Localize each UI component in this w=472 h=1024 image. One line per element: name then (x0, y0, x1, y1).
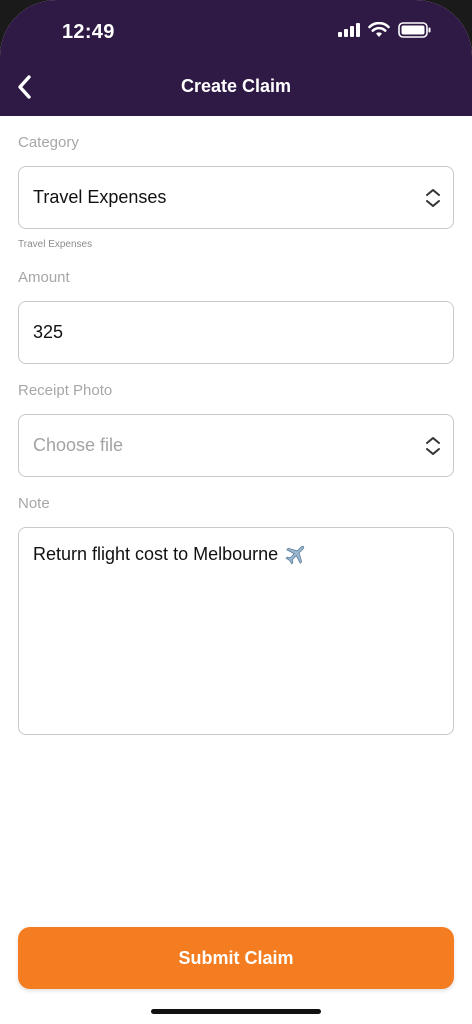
chevron-up-down-icon (426, 437, 440, 455)
wifi-icon (368, 22, 390, 37)
category-select[interactable]: Travel Expenses (18, 166, 454, 229)
cellular-signal-icon (338, 23, 360, 37)
category-value: Travel Expenses (33, 187, 167, 207)
status-time: 12:49 (62, 21, 115, 43)
note-value: Return flight cost to Melbourne (33, 543, 279, 564)
note-label: Note (18, 495, 50, 512)
note-content: Return flight cost to Melbourne (33, 542, 308, 566)
receipt-file-select[interactable]: Choose file (18, 414, 454, 477)
app-header: 12:49 Create Claim (0, 0, 472, 116)
chevron-up-down-icon (426, 189, 440, 207)
submit-claim-button[interactable]: Submit Claim (18, 927, 454, 989)
note-textarea[interactable]: Return flight cost to Melbourne (18, 527, 454, 735)
amount-input[interactable]: 325 (18, 301, 454, 364)
receipt-photo-label: Receipt Photo (18, 382, 113, 399)
battery-icon (398, 22, 431, 38)
airplane-icon (285, 545, 305, 565)
status-icons (338, 22, 432, 38)
category-label: Category (18, 134, 79, 151)
amount-label: Amount (18, 269, 70, 286)
phone-screen: 12:49 Create Claim Category Travel Expen… (0, 0, 472, 1024)
category-helper-text: Travel Expenses (18, 239, 93, 250)
amount-value: 325 (33, 322, 64, 342)
home-indicator (151, 1009, 321, 1014)
page-title: Create Claim (180, 76, 292, 96)
receipt-placeholder: Choose file (33, 435, 124, 455)
